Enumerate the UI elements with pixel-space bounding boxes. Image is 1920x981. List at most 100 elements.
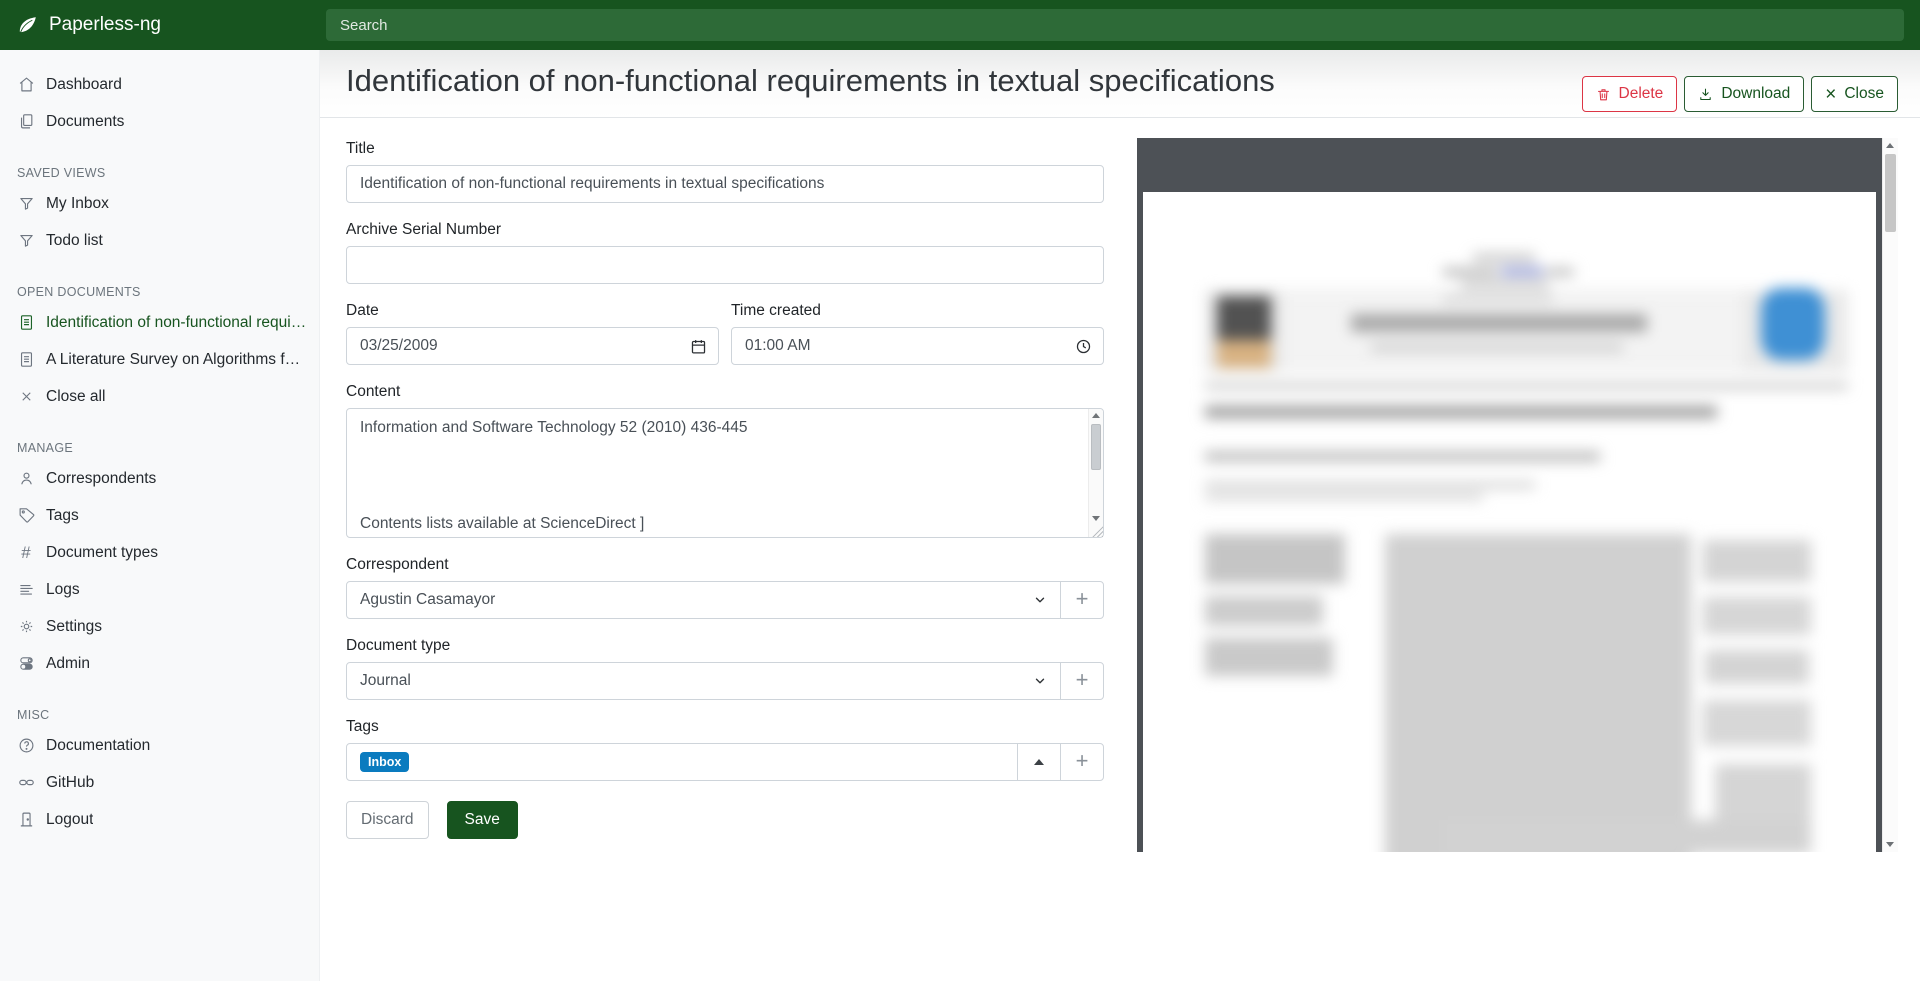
toggles-icon (17, 655, 35, 673)
caret-up-icon (1034, 759, 1044, 765)
sidebar-section-open-documents: OPEN DOCUMENTS (0, 279, 319, 304)
title-label: Title (346, 140, 1104, 158)
scroll-up-arrow-icon[interactable] (1092, 413, 1100, 418)
delete-button[interactable]: Delete (1582, 76, 1678, 112)
question-circle-icon (17, 737, 35, 755)
page-title: Identification of non-functional require… (346, 63, 1275, 99)
tag-chip-inbox: Inbox (360, 752, 409, 773)
asn-input[interactable] (346, 246, 1104, 284)
time-created-input[interactable]: 01:00 AM (731, 327, 1104, 365)
content-scrollbar[interactable] (1088, 409, 1103, 537)
sidebar-item-todo-list[interactable]: Todo list (0, 222, 319, 259)
tags-label: Tags (346, 718, 1104, 736)
hash-icon: # (17, 544, 35, 562)
sidebar-item-documentation[interactable]: Documentation (0, 727, 319, 764)
date-time-row: Date 03/25/2009 Time created 01:00 AM (346, 302, 1104, 365)
plus-icon: + (1076, 588, 1089, 610)
search-input[interactable] (326, 9, 1904, 41)
sidebar-item-settings[interactable]: Settings (0, 608, 319, 645)
collapse-tags-button[interactable] (1017, 743, 1061, 781)
sidebar-open-document-2[interactable]: A Literature Survey on Algorithms for Mu… (0, 341, 319, 378)
chevron-down-icon (1033, 593, 1047, 607)
filter-icon (17, 195, 35, 213)
discard-button[interactable]: Discard (346, 801, 429, 839)
blur-block (1205, 384, 1848, 388)
plus-icon: + (1076, 750, 1089, 772)
sidebar-section-saved-views: SAVED VIEWS (0, 160, 319, 185)
time-created-label: Time created (731, 302, 1104, 320)
save-button[interactable]: Save (447, 801, 518, 839)
add-document-type-button[interactable]: + (1060, 662, 1104, 700)
blur-block (1205, 534, 1345, 584)
close-icon: × (1825, 85, 1836, 104)
sidebar: Dashboard Documents SAVED VIEWS My Inbox… (0, 50, 320, 981)
blur-block (1703, 597, 1811, 635)
blur-block (1443, 296, 1553, 302)
sidebar-open-document-1[interactable]: Identification of non-functional require… (0, 304, 319, 341)
scroll-up-arrow-icon[interactable] (1886, 143, 1894, 148)
add-correspondent-button[interactable]: + (1060, 581, 1104, 619)
asn-group: Archive Serial Number (346, 221, 1104, 284)
sidebar-item-logs[interactable]: Logs (0, 571, 319, 608)
content-textarea[interactable]: Information and Software Technology 52 (… (346, 408, 1104, 538)
blur-block (1473, 254, 1535, 261)
correspondent-select[interactable]: Agustin Casamayor (346, 581, 1061, 619)
sidebar-item-close-all[interactable]: Close all (0, 378, 319, 415)
download-button[interactable]: Download (1684, 76, 1804, 112)
blur-block (1205, 638, 1333, 676)
preview-scrollbar-thumb[interactable] (1885, 154, 1896, 232)
blur-block (1217, 340, 1271, 368)
preview-scrollbar[interactable] (1882, 138, 1898, 852)
sidebar-item-my-inbox[interactable]: My Inbox (0, 185, 319, 222)
leaf-logo-icon (17, 15, 38, 36)
correspondent-label: Correspondent (346, 556, 1104, 574)
pdf-page-content-blur (1143, 192, 1876, 852)
blur-block (1385, 534, 1691, 852)
date-col: Date 03/25/2009 (346, 302, 719, 365)
x-icon (17, 388, 35, 406)
document-type-select[interactable]: Journal (346, 662, 1061, 700)
download-icon (1698, 87, 1713, 102)
document-type-label: Document type (346, 637, 1104, 655)
sidebar-item-tags[interactable]: Tags (0, 497, 319, 534)
document-header: Identification of non-functional require… (320, 50, 1920, 118)
tags-group: Tags Inbox + (346, 718, 1104, 781)
blur-block (1461, 281, 1549, 288)
add-tag-button[interactable]: + (1060, 743, 1104, 781)
date-input[interactable]: 03/25/2009 (346, 327, 719, 365)
link-icon (17, 774, 35, 792)
list-icon (17, 581, 35, 599)
resize-grip[interactable] (1091, 525, 1103, 537)
home-icon (17, 76, 35, 94)
blur-block (1705, 650, 1809, 684)
person-icon (17, 470, 35, 488)
blur-block (1703, 540, 1811, 582)
correspondent-group: Correspondent Agustin Casamayor + (346, 556, 1104, 619)
scroll-down-arrow-icon[interactable] (1092, 516, 1100, 521)
content-label: Content (346, 383, 1104, 401)
filter-icon (17, 232, 35, 250)
scroll-down-arrow-icon[interactable] (1886, 842, 1894, 847)
tags-field[interactable]: Inbox (346, 743, 1018, 781)
sidebar-item-correspondents[interactable]: Correspondents (0, 460, 319, 497)
sidebar-item-github[interactable]: GitHub (0, 764, 319, 801)
tag-icon (17, 507, 35, 525)
blur-block (1351, 314, 1647, 332)
sidebar-item-documents[interactable]: Documents (0, 103, 319, 140)
sidebar-item-logout[interactable]: Logout (0, 801, 319, 838)
content-scrollbar-thumb[interactable] (1091, 424, 1101, 470)
close-button[interactable]: × Close (1811, 76, 1898, 112)
blur-block (1443, 820, 1811, 852)
sidebar-item-document-types[interactable]: # Document types (0, 534, 319, 571)
plus-icon: + (1076, 669, 1089, 691)
blur-block (1703, 700, 1811, 746)
pdf-page (1143, 192, 1876, 852)
sidebar-item-dashboard[interactable]: Dashboard (0, 66, 319, 103)
app-brand[interactable]: Paperless-ng (0, 0, 320, 50)
files-icon (17, 113, 35, 131)
title-input[interactable] (346, 165, 1104, 203)
blur-block (1217, 296, 1271, 342)
file-text-icon (17, 314, 35, 332)
sidebar-item-admin[interactable]: Admin (0, 645, 319, 682)
blur-block (1205, 494, 1483, 500)
